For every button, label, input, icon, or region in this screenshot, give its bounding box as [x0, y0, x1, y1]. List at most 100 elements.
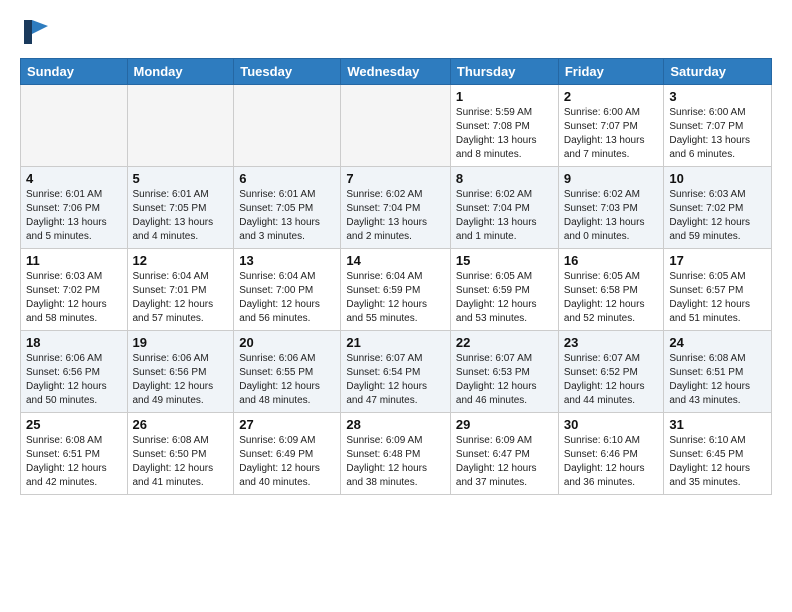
day-info: Sunrise: 5:59 AM Sunset: 7:08 PM Dayligh…: [456, 106, 553, 162]
day-info: Sunrise: 6:07 AM Sunset: 6:53 PM Dayligh…: [456, 352, 553, 408]
day-info: Sunrise: 6:00 AM Sunset: 7:07 PM Dayligh…: [564, 106, 659, 162]
calendar-cell: 22 Sunrise: 6:07 AM Sunset: 6:53 PM Dayli…: [450, 331, 558, 413]
day-number: 4: [26, 171, 122, 186]
day-info: Sunrise: 6:06 AM Sunset: 6:56 PM Dayligh…: [133, 352, 229, 408]
day-info: Sunrise: 6:08 AM Sunset: 6:50 PM Dayligh…: [133, 434, 229, 490]
calendar-cell: 28 Sunrise: 6:09 AM Sunset: 6:48 PM Dayli…: [341, 413, 451, 495]
day-info: Sunrise: 6:10 AM Sunset: 6:46 PM Dayligh…: [564, 434, 659, 490]
calendar-cell: 9Sunrise: 6:02 AM Sunset: 7:03 PM Daylig…: [558, 167, 664, 249]
calendar-week-2: 4 Sunrise: 6:01 AM Sunset: 7:06 PM Daylig…: [21, 167, 772, 249]
day-number: 26: [133, 417, 229, 432]
weekday-header-tuesday: Tuesday: [234, 59, 341, 85]
day-info: Sunrise: 6:09 AM Sunset: 6:48 PM Dayligh…: [346, 434, 445, 490]
day-number: 21: [346, 335, 445, 350]
calendar-cell: 12 Sunrise: 6:04 AM Sunset: 7:01 PM Dayli…: [127, 249, 234, 331]
calendar-cell: 3 Sunrise: 6:00 AM Sunset: 7:07 PM Daylig…: [664, 85, 772, 167]
day-info: Sunrise: 6:10 AM Sunset: 6:45 PM Dayligh…: [669, 434, 766, 490]
calendar-cell: 11 Sunrise: 6:03 AM Sunset: 7:02 PM Dayli…: [21, 249, 128, 331]
day-number: 22: [456, 335, 553, 350]
day-number: 14: [346, 253, 445, 268]
day-number: 11: [26, 253, 122, 268]
calendar-cell: 25 Sunrise: 6:08 AM Sunset: 6:51 PM Dayli…: [21, 413, 128, 495]
calendar-cell: 15Sunrise: 6:05 AM Sunset: 6:59 PM Dayli…: [450, 249, 558, 331]
day-info: Sunrise: 6:04 AM Sunset: 7:01 PM Dayligh…: [133, 270, 229, 326]
day-info: Sunrise: 6:01 AM Sunset: 7:05 PM Dayligh…: [133, 188, 229, 244]
day-info: Sunrise: 6:06 AM Sunset: 6:56 PM Dayligh…: [26, 352, 122, 408]
day-info: Sunrise: 6:02 AM Sunset: 7:04 PM Dayligh…: [346, 188, 445, 244]
weekday-header-saturday: Saturday: [664, 59, 772, 85]
day-number: 27: [239, 417, 335, 432]
day-number: 17: [669, 253, 766, 268]
day-number: 18: [26, 335, 122, 350]
day-info: Sunrise: 6:07 AM Sunset: 6:54 PM Dayligh…: [346, 352, 445, 408]
calendar-cell: 13 Sunrise: 6:04 AM Sunset: 7:00 PM Dayli…: [234, 249, 341, 331]
calendar-cell: 26 Sunrise: 6:08 AM Sunset: 6:50 PM Dayli…: [127, 413, 234, 495]
day-number: 6: [239, 171, 335, 186]
day-number: 8: [456, 171, 553, 186]
weekday-header-row: SundayMondayTuesdayWednesdayThursdayFrid…: [21, 59, 772, 85]
calendar-cell: [127, 85, 234, 167]
calendar-week-5: 25 Sunrise: 6:08 AM Sunset: 6:51 PM Dayli…: [21, 413, 772, 495]
calendar-week-4: 18 Sunrise: 6:06 AM Sunset: 6:56 PM Dayli…: [21, 331, 772, 413]
day-number: 29: [456, 417, 553, 432]
day-number: 23: [564, 335, 659, 350]
day-info: Sunrise: 6:01 AM Sunset: 7:05 PM Dayligh…: [239, 188, 335, 244]
day-info: Sunrise: 6:04 AM Sunset: 6:59 PM Dayligh…: [346, 270, 445, 326]
calendar-cell: 1 Sunrise: 5:59 AM Sunset: 7:08 PM Daylig…: [450, 85, 558, 167]
logo: [20, 16, 56, 48]
weekday-header-monday: Monday: [127, 59, 234, 85]
calendar-week-3: 11 Sunrise: 6:03 AM Sunset: 7:02 PM Dayli…: [21, 249, 772, 331]
calendar-cell: [21, 85, 128, 167]
header: [20, 16, 772, 48]
calendar-cell: 31 Sunrise: 6:10 AM Sunset: 6:45 PM Dayli…: [664, 413, 772, 495]
weekday-header-wednesday: Wednesday: [341, 59, 451, 85]
day-number: 28: [346, 417, 445, 432]
day-number: 30: [564, 417, 659, 432]
calendar-cell: 5 Sunrise: 6:01 AM Sunset: 7:05 PM Daylig…: [127, 167, 234, 249]
day-number: 12: [133, 253, 229, 268]
day-number: 2: [564, 89, 659, 104]
calendar-cell: 4 Sunrise: 6:01 AM Sunset: 7:06 PM Daylig…: [21, 167, 128, 249]
weekday-header-thursday: Thursday: [450, 59, 558, 85]
calendar-cell: 29 Sunrise: 6:09 AM Sunset: 6:47 PM Dayli…: [450, 413, 558, 495]
day-info: Sunrise: 6:09 AM Sunset: 6:49 PM Dayligh…: [239, 434, 335, 490]
calendar-cell: 21 Sunrise: 6:07 AM Sunset: 6:54 PM Dayli…: [341, 331, 451, 413]
day-number: 16: [564, 253, 659, 268]
day-number: 19: [133, 335, 229, 350]
calendar-cell: 18 Sunrise: 6:06 AM Sunset: 6:56 PM Dayli…: [21, 331, 128, 413]
day-number: 10: [669, 171, 766, 186]
day-number: 5: [133, 171, 229, 186]
day-number: 13: [239, 253, 335, 268]
calendar-cell: 17Sunrise: 6:05 AM Sunset: 6:57 PM Dayli…: [664, 249, 772, 331]
day-number: 20: [239, 335, 335, 350]
day-info: Sunrise: 6:03 AM Sunset: 7:02 PM Dayligh…: [26, 270, 122, 326]
day-info: Sunrise: 6:00 AM Sunset: 7:07 PM Dayligh…: [669, 106, 766, 162]
weekday-header-sunday: Sunday: [21, 59, 128, 85]
weekday-header-friday: Friday: [558, 59, 664, 85]
calendar-cell: 6 Sunrise: 6:01 AM Sunset: 7:05 PM Daylig…: [234, 167, 341, 249]
day-info: Sunrise: 6:05 AM Sunset: 6:58 PM Dayligh…: [564, 270, 659, 326]
calendar-week-1: 1 Sunrise: 5:59 AM Sunset: 7:08 PM Daylig…: [21, 85, 772, 167]
day-info: Sunrise: 6:02 AM Sunset: 7:03 PM Dayligh…: [564, 188, 659, 244]
day-info: Sunrise: 6:01 AM Sunset: 7:06 PM Dayligh…: [26, 188, 122, 244]
calendar-cell: 23 Sunrise: 6:07 AM Sunset: 6:52 PM Dayli…: [558, 331, 664, 413]
day-number: 3: [669, 89, 766, 104]
calendar-cell: [341, 85, 451, 167]
calendar-cell: 20Sunrise: 6:06 AM Sunset: 6:55 PM Dayli…: [234, 331, 341, 413]
logo-icon: [20, 16, 52, 48]
day-info: Sunrise: 6:04 AM Sunset: 7:00 PM Dayligh…: [239, 270, 335, 326]
calendar-cell: 8 Sunrise: 6:02 AM Sunset: 7:04 PM Daylig…: [450, 167, 558, 249]
day-number: 31: [669, 417, 766, 432]
day-info: Sunrise: 6:07 AM Sunset: 6:52 PM Dayligh…: [564, 352, 659, 408]
calendar-cell: 27 Sunrise: 6:09 AM Sunset: 6:49 PM Dayli…: [234, 413, 341, 495]
calendar-cell: 24Sunrise: 6:08 AM Sunset: 6:51 PM Dayli…: [664, 331, 772, 413]
calendar-table: SundayMondayTuesdayWednesdayThursdayFrid…: [20, 58, 772, 495]
day-number: 1: [456, 89, 553, 104]
day-info: Sunrise: 6:08 AM Sunset: 6:51 PM Dayligh…: [26, 434, 122, 490]
day-info: Sunrise: 6:03 AM Sunset: 7:02 PM Dayligh…: [669, 188, 766, 244]
day-number: 25: [26, 417, 122, 432]
calendar-cell: 10 Sunrise: 6:03 AM Sunset: 7:02 PM Dayli…: [664, 167, 772, 249]
day-info: Sunrise: 6:09 AM Sunset: 6:47 PM Dayligh…: [456, 434, 553, 490]
day-number: 24: [669, 335, 766, 350]
day-info: Sunrise: 6:02 AM Sunset: 7:04 PM Dayligh…: [456, 188, 553, 244]
